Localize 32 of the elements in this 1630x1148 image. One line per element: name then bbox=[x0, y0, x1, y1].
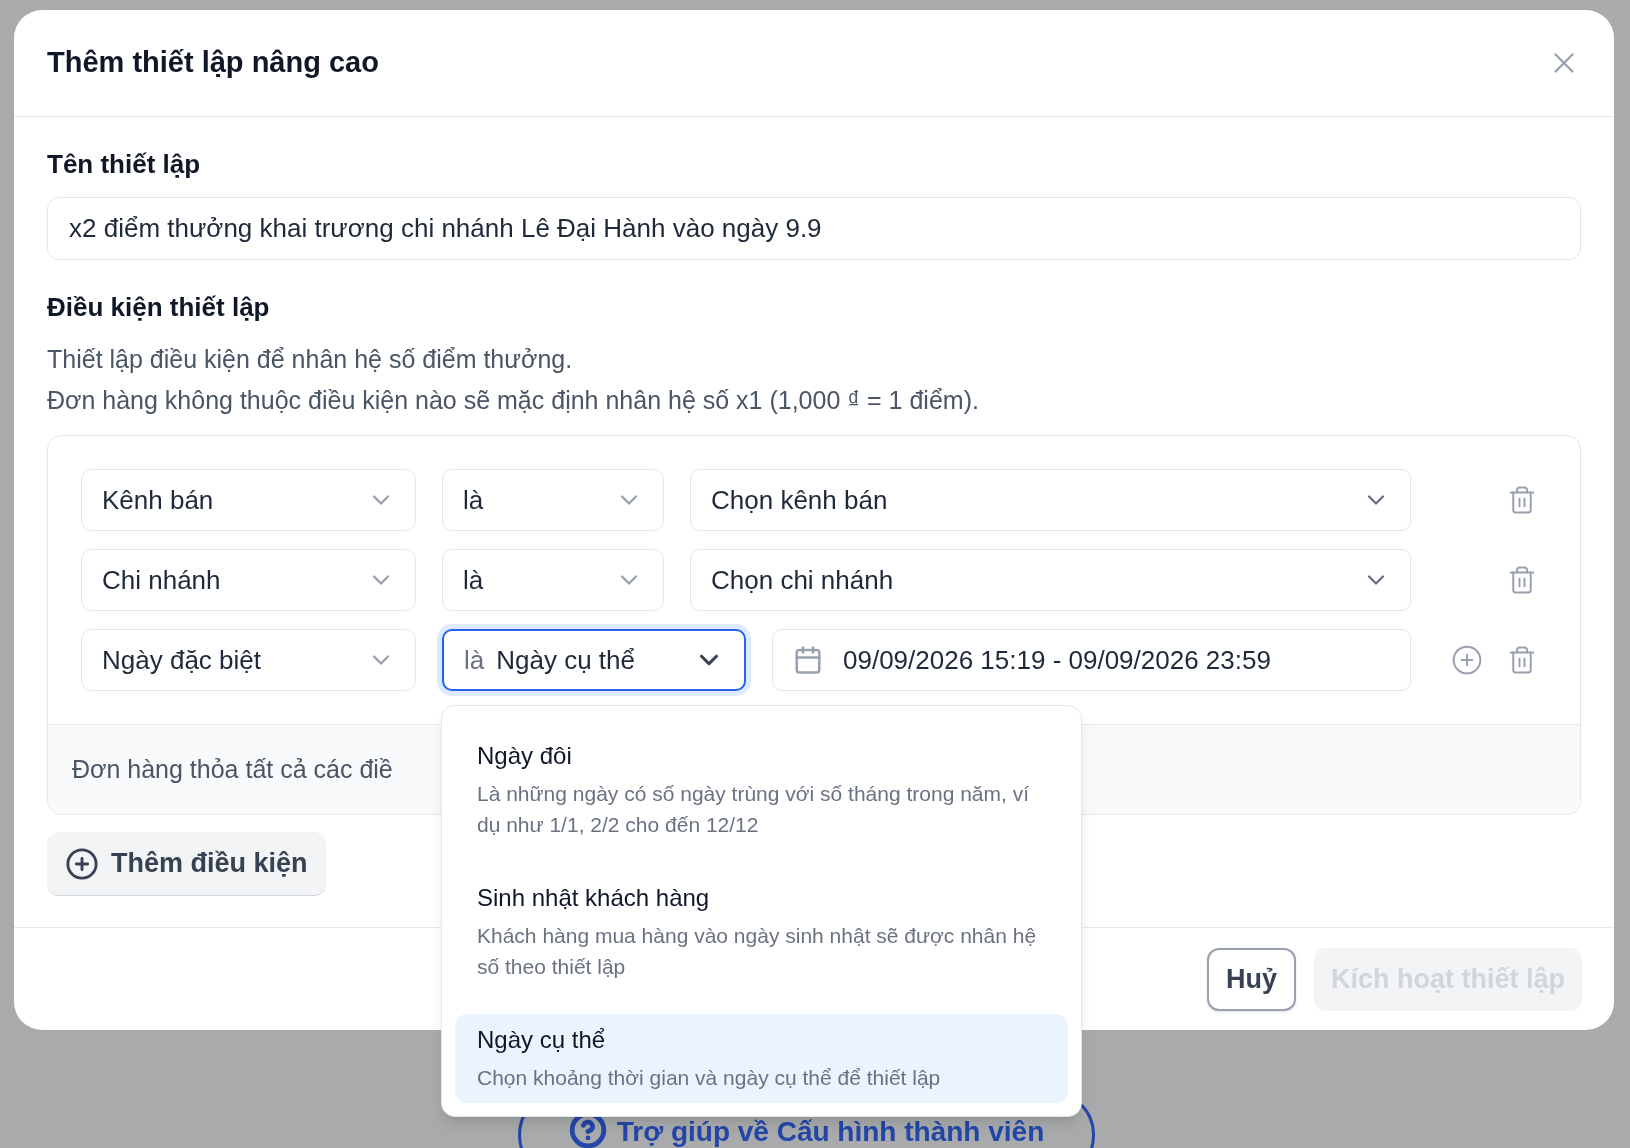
operator-select[interactable]: là bbox=[442, 549, 664, 611]
plus-icon bbox=[65, 846, 99, 881]
delete-icon[interactable] bbox=[1507, 645, 1537, 675]
description-text: Thiết lập điều kiện để nhân hệ số điểm thưởng. bbox=[47, 344, 574, 375]
date-range-field[interactable]: 09/09/2026 15:19 - 09/09/2026 23:59 bbox=[772, 629, 1411, 691]
section-heading: Điều kiện thiết lập bbox=[47, 291, 271, 324]
description-text: Đơn hàng không thuộc điều kiện nào sẽ mặc định nhân hệ số x1 (1,000 ₫ = 1 điểm). bbox=[47, 385, 980, 416]
field-select[interactable]: Kênh bán bbox=[81, 469, 416, 531]
footer-text: Đơn hàng thỏa tất cả các điề bbox=[72, 753, 393, 785]
option-description: Khách hàng mua hàng vào ngày sinh nhật sẽ được nhân hệ số theo thiết lập bbox=[477, 923, 1038, 980]
option-title: Sinh nhật khách hàng bbox=[477, 883, 711, 913]
delete-icon[interactable] bbox=[1507, 485, 1537, 515]
operator-select[interactable]: là bbox=[442, 469, 664, 531]
field-label: Tên thiết lập bbox=[47, 148, 202, 181]
option-description: Là những ngày có số ngày trùng với số tháng trong năm, ví dụ như 1/1, 2/2 cho đến 12/12 bbox=[477, 781, 1030, 838]
calendar-icon bbox=[793, 645, 823, 675]
field-select[interactable]: Chi nhánh bbox=[81, 549, 416, 611]
delete-icon[interactable] bbox=[1507, 565, 1537, 595]
value-select[interactable]: Chọn kênh bán bbox=[690, 469, 1411, 531]
add-condition-button[interactable]: Thêm điều kiện bbox=[47, 832, 326, 896]
name-field[interactable]: x2 điểm thưởng khai trương chi nhánh Lê Đại Hành vào ngày 9.9 bbox=[47, 197, 1581, 260]
dropdown-option[interactable]: Ngày cụ thể Chọn khoảng thời gian và ngày cụ thể để thiết lập bbox=[455, 1014, 1068, 1103]
add-icon[interactable] bbox=[1451, 644, 1483, 676]
operator-prefix: là bbox=[464, 643, 485, 677]
field-select[interactable]: Ngày đặc biệt bbox=[81, 629, 416, 691]
cancel-button[interactable]: Huỷ bbox=[1206, 947, 1296, 1011]
option-title: Ngày đôi bbox=[477, 741, 573, 771]
option-description: Chọn khoảng thời gian và ngày cụ thể để thiết lập bbox=[477, 1065, 942, 1091]
dialog-title: Thêm thiết lập nâng cao bbox=[47, 45, 379, 81]
operator-value: Ngày cụ thể bbox=[496, 643, 636, 677]
value-select[interactable]: Chọn chi nhánh bbox=[690, 549, 1411, 611]
option-title: Ngày cụ thể bbox=[477, 1025, 607, 1055]
